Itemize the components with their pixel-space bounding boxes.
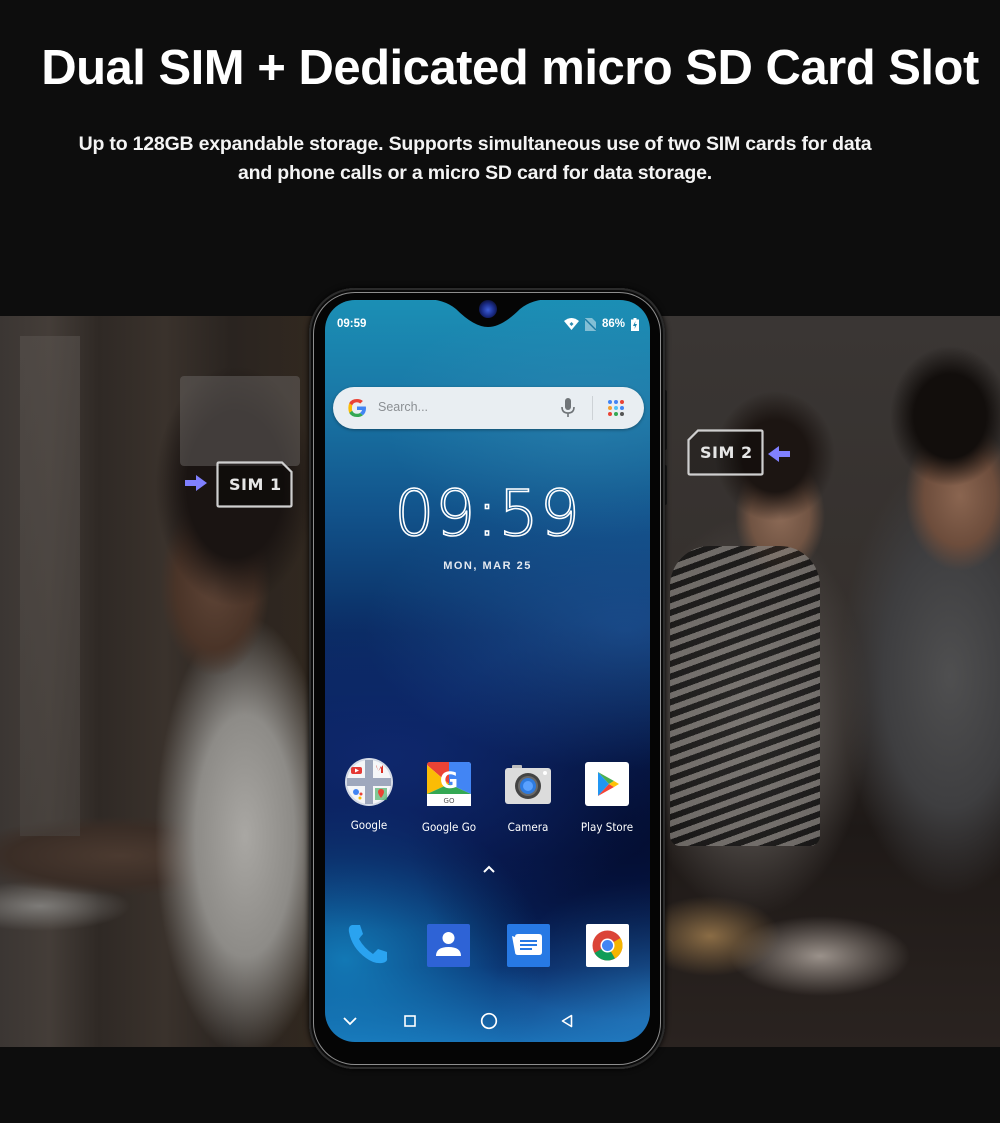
clock-widget-date: MON, MAR 25 [443, 560, 532, 572]
apps-grid-icon[interactable] [607, 399, 625, 417]
app-play-store[interactable]: Play Store [567, 760, 647, 834]
front-camera-icon [479, 300, 497, 318]
phone-icon[interactable] [346, 922, 390, 966]
clock-widget-time[interactable]: 09:59 [325, 476, 650, 551]
sim-2-tag: SIM 2 [687, 429, 764, 476]
mic-icon[interactable] [561, 398, 575, 418]
google-go-icon: G GO [425, 760, 473, 808]
status-time: 09:59 [337, 318, 367, 330]
back-icon[interactable] [561, 1014, 573, 1028]
chevron-down-icon[interactable] [342, 1016, 358, 1026]
page-headline: Dual SIM + Dedicated micro SD Card Slot [41, 41, 979, 95]
search-input[interactable]: Search... [378, 400, 428, 414]
app-google-go[interactable]: G GO Google Go [409, 760, 489, 834]
camera-icon [504, 760, 552, 808]
photo-couple-on-couch [660, 316, 1000, 1047]
app-label: Camera [507, 820, 549, 834]
striped-shirt [670, 546, 820, 846]
home-icon[interactable] [480, 1012, 498, 1030]
subtitle-line-2: and phone calls or a micro SD card for d… [238, 162, 712, 184]
contacts-icon[interactable] [427, 924, 471, 968]
arrow-left-icon [768, 446, 790, 467]
arrow-right-icon [185, 475, 207, 496]
no-sim-icon [585, 317, 596, 331]
app-label: Play Store [580, 820, 634, 834]
app-camera[interactable]: Camera [488, 760, 568, 834]
svg-text:G: G [440, 769, 458, 794]
app-label: Google [350, 818, 388, 832]
sim-1-label: SIM 1 [229, 475, 282, 494]
battery-percent: 86% [602, 318, 626, 330]
sim-2-label: SIM 2 [700, 443, 753, 462]
app-drawer-caret-icon[interactable] [482, 865, 496, 874]
play-store-icon [583, 760, 631, 808]
google-folder-icon [345, 758, 393, 806]
search-divider [592, 396, 593, 420]
wifi-icon [564, 318, 579, 330]
google-g-icon [348, 399, 366, 417]
battery-charging-icon [631, 317, 640, 331]
app-label: Google Go [421, 820, 477, 834]
google-search-bar[interactable]: Search... [333, 387, 644, 429]
status-icons: 86% [564, 317, 640, 331]
page-subtitle: Up to 128GB expandable storage. Supports… [0, 130, 950, 188]
sim-1-tag: SIM 1 [216, 461, 293, 508]
recents-icon[interactable] [404, 1015, 416, 1027]
chrome-icon[interactable] [586, 924, 630, 968]
subtitle-line-1: Up to 128GB expandable storage. Supports… [78, 133, 872, 155]
svg-text:GO: GO [444, 797, 455, 805]
photo-woman-on-phone [0, 316, 330, 1047]
messages-icon[interactable] [507, 924, 551, 968]
app-google[interactable]: Google [329, 758, 409, 832]
